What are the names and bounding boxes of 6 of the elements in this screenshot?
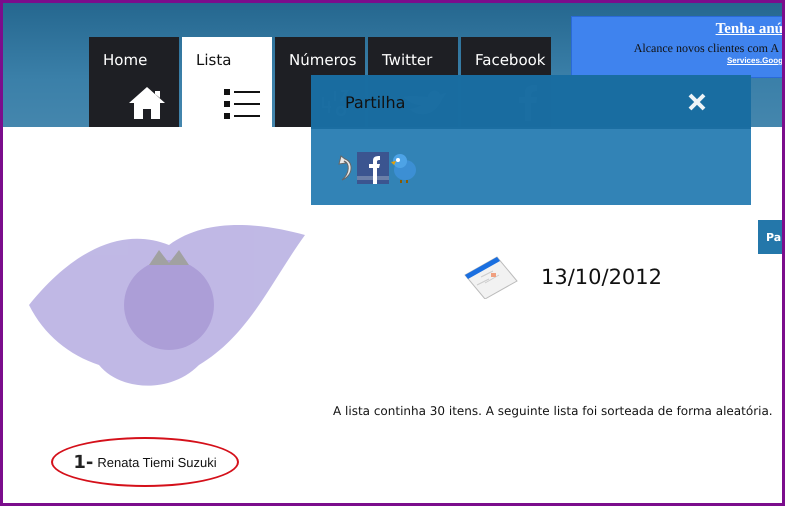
share-title: Partilha	[345, 92, 406, 112]
summary-text: A lista continha 30 itens. A seguinte lista foi sorteada de forma aleatória.	[333, 404, 773, 418]
result-number: 1-	[73, 452, 94, 472]
result-name: Renata Tiemi Suzuki	[97, 454, 217, 470]
ad-text: Alcance novos clientes com A	[634, 41, 780, 56]
date-text: 13/10/2012	[540, 265, 662, 289]
